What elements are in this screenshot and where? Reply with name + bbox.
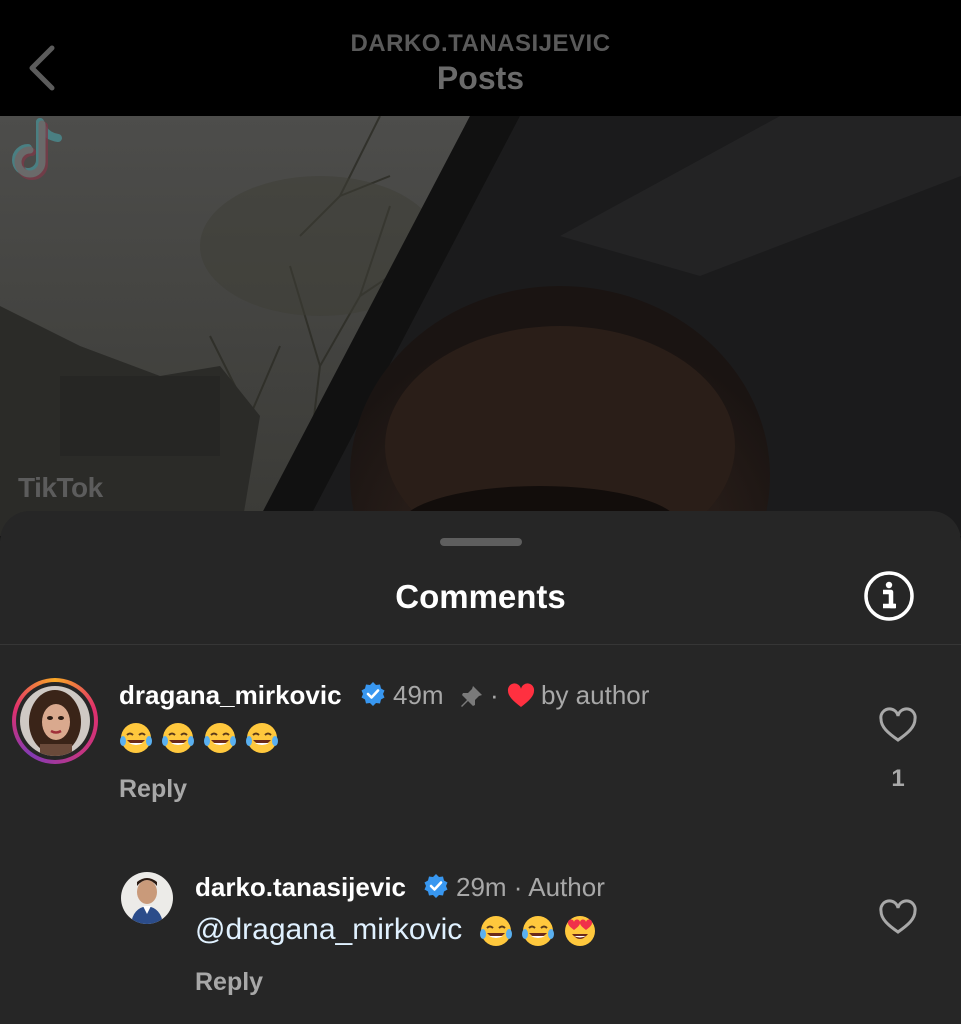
- avatar[interactable]: [121, 872, 173, 924]
- verified-badge-icon: [424, 874, 448, 898]
- comment-text: @dragana_mirkovic: [195, 913, 605, 948]
- heart-outline-icon: [879, 707, 917, 742]
- heart-filled-icon: [507, 683, 535, 707]
- post-video[interactable]: TikTok: [0, 116, 961, 536]
- like-button[interactable]: [878, 706, 918, 746]
- video-frame: [0, 116, 961, 536]
- avatar[interactable]: [20, 686, 90, 756]
- comments-sheet: Comments dragana_mirkovic 49m · by autho…: [0, 511, 961, 1024]
- tiktok-watermark: TikTok: [18, 472, 103, 503]
- face-with-tears-of-joy-icon: [521, 916, 554, 947]
- face-with-tears-of-joy-icon: [246, 723, 278, 754]
- reply-button[interactable]: Reply: [195, 968, 263, 997]
- meta-separator: ·: [490, 680, 499, 710]
- like-count: 1: [891, 765, 905, 792]
- liked-by-author-label: by author: [541, 680, 650, 710]
- divider: [0, 644, 961, 645]
- face-with-tears-of-joy-icon: [479, 916, 512, 947]
- user-mention[interactable]: @dragana_mirkovic: [195, 913, 462, 946]
- info-button[interactable]: [863, 570, 915, 622]
- profile-username: DARKO.TANASIJEVIC: [350, 30, 611, 57]
- page-title: Posts: [436, 60, 525, 96]
- info-icon: [864, 571, 914, 621]
- comment-username[interactable]: darko.tanasijevic: [195, 872, 406, 903]
- face-with-tears-of-joy-icon: [204, 723, 236, 754]
- comment-username[interactable]: dragana_mirkovic: [119, 680, 342, 711]
- avatar-photo: [20, 686, 90, 756]
- comments-title: Comments: [395, 578, 566, 615]
- face-with-tears-of-joy-icon: [120, 723, 152, 754]
- face-with-tears-of-joy-icon: [162, 723, 194, 754]
- emoji-row: [479, 913, 605, 947]
- heart-outline-icon: [879, 899, 917, 934]
- top-nav-bar: DARKO.TANASIJEVIC Posts: [0, 0, 961, 116]
- sheet-grabber-handle[interactable]: [440, 538, 522, 546]
- like-button[interactable]: [878, 898, 918, 938]
- comment-timestamp: 49m: [393, 680, 444, 710]
- pin-icon: [461, 686, 482, 707]
- reply-button[interactable]: Reply: [119, 775, 187, 804]
- smiling-face-with-heart-eyes-icon: [564, 916, 595, 947]
- comment-timestamp: 29m · Author: [456, 872, 605, 902]
- tiktok-logo-icon: [12, 118, 62, 180]
- comment-text: [119, 720, 287, 755]
- avatar-photo: [121, 872, 173, 924]
- emoji-row: [119, 720, 287, 754]
- verified-badge-icon: [361, 682, 385, 706]
